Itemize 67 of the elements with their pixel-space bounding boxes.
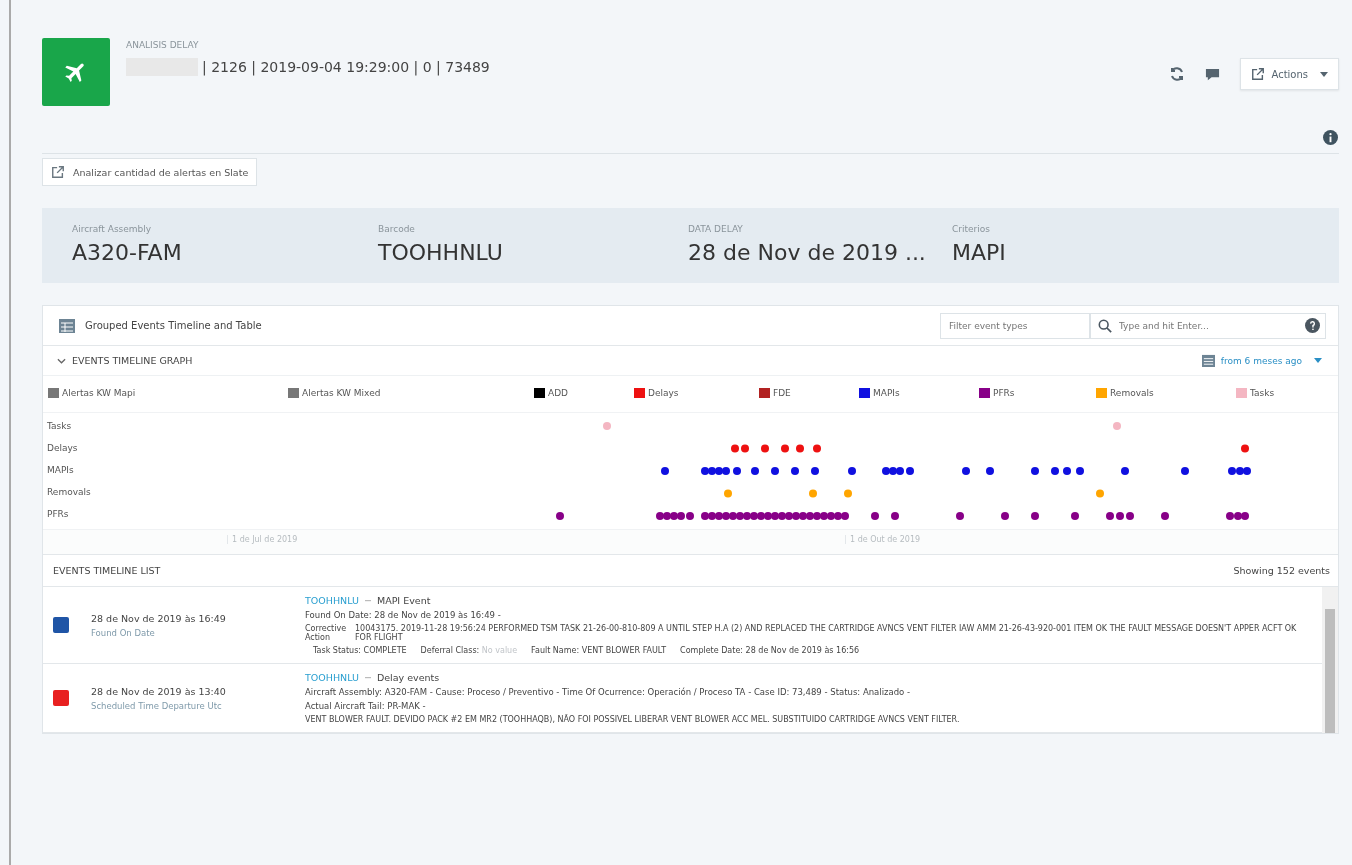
- separator-icon: [364, 599, 371, 602]
- summary-label: Aircraft Assembly: [72, 224, 153, 234]
- event-date-label: Scheduled Time Departure Utc: [91, 700, 223, 711]
- refresh-icon[interactable]: [1169, 66, 1186, 82]
- legend-label: Tasks: [1250, 388, 1275, 398]
- legend-label: PFRs: [993, 388, 1015, 398]
- field-value: 10043175. 2019-11-28 19:56:24 PERFORMED TSM TASK 21-26-00-810-809 A UNTIL STEP H.A (2) AND REPLACED THE CARTRIDGE AVNCS VENT FILTER IAW AMM 21-26-43-920-001 ITEM OK THE FAULT MESSAGE DOESN'T APPER ACFT OK FOR FLIGHT: [355, 624, 1298, 642]
- summary-value: A320-FAM: [72, 240, 183, 265]
- event-detail: Found On Date: 28 de Nov de 2019 às 16:49 -: [305, 610, 502, 620]
- summary-value: MAPI: [952, 240, 1007, 265]
- summary-label: DATA DELAY: [688, 224, 744, 234]
- event-detail: Complete Date: 28 de Nov de 2019 às 16:56: [680, 646, 860, 655]
- event-type: Delay events: [376, 672, 440, 683]
- plane-logo: [42, 38, 110, 106]
- comment-icon[interactable]: [1205, 66, 1221, 82]
- search-icon: [1098, 318, 1112, 333]
- caret-icon: [1320, 71, 1328, 77]
- event-detail: Task Status: COMPLETE: [313, 646, 407, 655]
- event-type: MAPI Event: [376, 595, 431, 606]
- row-label: Removals: [47, 486, 91, 499]
- legend-label: Alertas KW Mixed: [302, 388, 381, 398]
- external-link-icon: [51, 165, 65, 179]
- row-label: Delays: [47, 442, 79, 455]
- calendar-icon: [1201, 354, 1215, 367]
- caret-icon: [1314, 358, 1322, 363]
- event-count: Showing 152 events: [1233, 565, 1330, 576]
- table-icon: [59, 318, 75, 333]
- page-subtitle: ANALISIS DELAY: [126, 40, 200, 50]
- slate-button[interactable]: Analizar cantidad de alertas en Slate: [42, 158, 258, 186]
- event-detail: Fault Name: VENT BLOWER FAULT: [531, 646, 667, 655]
- legend-label: FDE: [773, 388, 791, 398]
- separator-icon: [364, 676, 371, 679]
- actions-button[interactable]: Actions: [1240, 58, 1339, 90]
- summary-label: Criterios: [952, 224, 991, 234]
- legend-label: ADD: [548, 388, 569, 398]
- legend-label: Alertas KW Mapi: [62, 388, 136, 398]
- legend-label: Delays: [648, 388, 679, 398]
- event-detail: Aircraft Assembly: A320-FAM - Cause: Proceso / Preventivo - Time Of Ocurrence: Operación / Proceso TA - Case ID: 73,489 - Status: Analizado -: [305, 687, 912, 697]
- event-date: 28 de Nov de 2019 às 13:40: [91, 685, 226, 697]
- legend-label: Removals: [1110, 388, 1154, 398]
- field-value: VENT BLOWER FAULT. DEVIDO PACK #2 EM MR2 (TOOHHAQB), NÃO FOI POSSIVEL LIBERAR VENT BLOWER ACC MEL. SUBSTITUIDO CARTRIDGE AVNCS VENT FILTER.: [305, 715, 961, 724]
- row-label: PFRs: [47, 508, 70, 521]
- row-label: MAPIs: [47, 464, 75, 477]
- summary-label: Barcode: [378, 224, 416, 234]
- scrollbar[interactable]: [1322, 587, 1338, 733]
- legend-label: MAPIs: [873, 388, 900, 398]
- event-detail: Deferral Class: No value: [420, 646, 518, 655]
- chevron-icon: [57, 357, 66, 364]
- row-label: Tasks: [47, 420, 73, 433]
- event-date-label: Found On Date: [91, 627, 156, 638]
- field-label: Corrective Action: [305, 624, 348, 642]
- help-icon[interactable]: [1305, 317, 1320, 333]
- page-title: | 2126 | 2019-09-04 19:29:00 | 0 | 73489: [202, 59, 490, 75]
- date-range-dropdown[interactable]: from 6 meses ago: [1199, 350, 1324, 371]
- panel-title: Grouped Events Timeline and Table: [85, 320, 262, 331]
- graph-toggle[interactable]: EVENTS TIMELINE GRAPH: [55, 351, 195, 370]
- event-date: 28 de Nov de 2019 às 16:49: [91, 612, 226, 624]
- event-detail: Actual Aircraft Tail: PR-MAK -: [305, 701, 427, 711]
- filter-field[interactable]: Filter event types: [940, 312, 1090, 339]
- summary-value: 28 de Nov de 2019 ...: [688, 240, 927, 265]
- axis-label: 1 de Jul de 2019: [227, 535, 298, 544]
- list-title: EVENTS TIMELINE LIST: [53, 565, 161, 576]
- axis-label: 1 de Out de 2019: [845, 535, 921, 544]
- info-icon[interactable]: [1323, 130, 1338, 145]
- search-field[interactable]: Type and hit Enter...: [1090, 312, 1326, 339]
- external-link-icon: [1251, 67, 1266, 81]
- summary-value: TOOHHNLU: [378, 240, 504, 265]
